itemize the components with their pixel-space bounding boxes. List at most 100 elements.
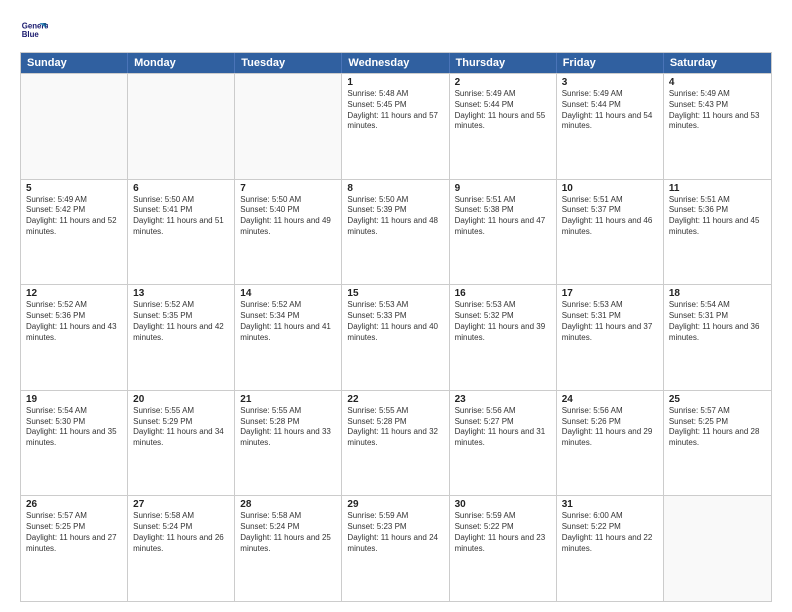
day-cell-1: 1Sunrise: 5:48 AM Sunset: 5:45 PM Daylig… <box>342 74 449 179</box>
day-number: 19 <box>26 394 122 405</box>
day-info: Sunrise: 5:54 AM Sunset: 5:30 PM Dayligh… <box>26 406 122 449</box>
day-number: 7 <box>240 183 336 194</box>
day-number: 30 <box>455 499 551 510</box>
calendar: SundayMondayTuesdayWednesdayThursdayFrid… <box>20 52 772 602</box>
day-cell-5: 5Sunrise: 5:49 AM Sunset: 5:42 PM Daylig… <box>21 180 128 285</box>
day-number: 17 <box>562 288 658 299</box>
day-number: 24 <box>562 394 658 405</box>
day-cell-7: 7Sunrise: 5:50 AM Sunset: 5:40 PM Daylig… <box>235 180 342 285</box>
calendar-row-4: 19Sunrise: 5:54 AM Sunset: 5:30 PM Dayli… <box>21 390 771 496</box>
day-info: Sunrise: 5:58 AM Sunset: 5:24 PM Dayligh… <box>133 511 229 554</box>
day-info: Sunrise: 5:52 AM Sunset: 5:36 PM Dayligh… <box>26 300 122 343</box>
calendar-row-1: 1Sunrise: 5:48 AM Sunset: 5:45 PM Daylig… <box>21 73 771 179</box>
day-cell-12: 12Sunrise: 5:52 AM Sunset: 5:36 PM Dayli… <box>21 285 128 390</box>
day-number: 18 <box>669 288 766 299</box>
day-number: 10 <box>562 183 658 194</box>
day-number: 2 <box>455 77 551 88</box>
day-number: 16 <box>455 288 551 299</box>
day-cell-3: 3Sunrise: 5:49 AM Sunset: 5:44 PM Daylig… <box>557 74 664 179</box>
day-info: Sunrise: 5:50 AM Sunset: 5:39 PM Dayligh… <box>347 195 443 238</box>
day-info: Sunrise: 5:49 AM Sunset: 5:42 PM Dayligh… <box>26 195 122 238</box>
day-number: 27 <box>133 499 229 510</box>
day-cell-10: 10Sunrise: 5:51 AM Sunset: 5:37 PM Dayli… <box>557 180 664 285</box>
day-number: 23 <box>455 394 551 405</box>
day-cell-22: 22Sunrise: 5:55 AM Sunset: 5:28 PM Dayli… <box>342 391 449 496</box>
day-number: 21 <box>240 394 336 405</box>
day-info: Sunrise: 5:56 AM Sunset: 5:26 PM Dayligh… <box>562 406 658 449</box>
day-info: Sunrise: 5:49 AM Sunset: 5:44 PM Dayligh… <box>562 89 658 132</box>
day-info: Sunrise: 5:58 AM Sunset: 5:24 PM Dayligh… <box>240 511 336 554</box>
day-info: Sunrise: 5:49 AM Sunset: 5:44 PM Dayligh… <box>455 89 551 132</box>
day-info: Sunrise: 5:49 AM Sunset: 5:43 PM Dayligh… <box>669 89 766 132</box>
day-number: 15 <box>347 288 443 299</box>
day-cell-17: 17Sunrise: 5:53 AM Sunset: 5:31 PM Dayli… <box>557 285 664 390</box>
day-cell-29: 29Sunrise: 5:59 AM Sunset: 5:23 PM Dayli… <box>342 496 449 601</box>
empty-cell-0-0 <box>21 74 128 179</box>
weekday-header-friday: Friday <box>557 53 664 73</box>
day-info: Sunrise: 5:53 AM Sunset: 5:31 PM Dayligh… <box>562 300 658 343</box>
day-cell-16: 16Sunrise: 5:53 AM Sunset: 5:32 PM Dayli… <box>450 285 557 390</box>
day-cell-19: 19Sunrise: 5:54 AM Sunset: 5:30 PM Dayli… <box>21 391 128 496</box>
weekday-header-wednesday: Wednesday <box>342 53 449 73</box>
day-number: 6 <box>133 183 229 194</box>
day-number: 26 <box>26 499 122 510</box>
day-cell-28: 28Sunrise: 5:58 AM Sunset: 5:24 PM Dayli… <box>235 496 342 601</box>
day-cell-13: 13Sunrise: 5:52 AM Sunset: 5:35 PM Dayli… <box>128 285 235 390</box>
day-number: 25 <box>669 394 766 405</box>
day-info: Sunrise: 5:50 AM Sunset: 5:40 PM Dayligh… <box>240 195 336 238</box>
day-info: Sunrise: 5:52 AM Sunset: 5:34 PM Dayligh… <box>240 300 336 343</box>
weekday-header-thursday: Thursday <box>450 53 557 73</box>
day-cell-9: 9Sunrise: 5:51 AM Sunset: 5:38 PM Daylig… <box>450 180 557 285</box>
day-number: 3 <box>562 77 658 88</box>
day-info: Sunrise: 5:57 AM Sunset: 5:25 PM Dayligh… <box>26 511 122 554</box>
logo-area: General Blue <box>20 16 52 44</box>
day-number: 31 <box>562 499 658 510</box>
day-cell-26: 26Sunrise: 5:57 AM Sunset: 5:25 PM Dayli… <box>21 496 128 601</box>
day-cell-18: 18Sunrise: 5:54 AM Sunset: 5:31 PM Dayli… <box>664 285 771 390</box>
day-cell-23: 23Sunrise: 5:56 AM Sunset: 5:27 PM Dayli… <box>450 391 557 496</box>
day-cell-27: 27Sunrise: 5:58 AM Sunset: 5:24 PM Dayli… <box>128 496 235 601</box>
day-cell-30: 30Sunrise: 5:59 AM Sunset: 5:22 PM Dayli… <box>450 496 557 601</box>
day-number: 13 <box>133 288 229 299</box>
day-info: Sunrise: 5:55 AM Sunset: 5:28 PM Dayligh… <box>240 406 336 449</box>
day-cell-14: 14Sunrise: 5:52 AM Sunset: 5:34 PM Dayli… <box>235 285 342 390</box>
day-info: Sunrise: 5:55 AM Sunset: 5:29 PM Dayligh… <box>133 406 229 449</box>
weekday-header-sunday: Sunday <box>21 53 128 73</box>
day-cell-2: 2Sunrise: 5:49 AM Sunset: 5:44 PM Daylig… <box>450 74 557 179</box>
day-cell-20: 20Sunrise: 5:55 AM Sunset: 5:29 PM Dayli… <box>128 391 235 496</box>
weekday-header-saturday: Saturday <box>664 53 771 73</box>
day-info: Sunrise: 5:59 AM Sunset: 5:22 PM Dayligh… <box>455 511 551 554</box>
day-number: 14 <box>240 288 336 299</box>
day-number: 9 <box>455 183 551 194</box>
day-number: 29 <box>347 499 443 510</box>
calendar-row-2: 5Sunrise: 5:49 AM Sunset: 5:42 PM Daylig… <box>21 179 771 285</box>
day-info: Sunrise: 5:51 AM Sunset: 5:37 PM Dayligh… <box>562 195 658 238</box>
day-number: 8 <box>347 183 443 194</box>
day-cell-8: 8Sunrise: 5:50 AM Sunset: 5:39 PM Daylig… <box>342 180 449 285</box>
day-info: Sunrise: 5:53 AM Sunset: 5:32 PM Dayligh… <box>455 300 551 343</box>
calendar-row-5: 26Sunrise: 5:57 AM Sunset: 5:25 PM Dayli… <box>21 495 771 601</box>
day-info: Sunrise: 5:51 AM Sunset: 5:38 PM Dayligh… <box>455 195 551 238</box>
day-number: 11 <box>669 183 766 194</box>
day-number: 12 <box>26 288 122 299</box>
empty-cell-0-1 <box>128 74 235 179</box>
day-info: Sunrise: 5:57 AM Sunset: 5:25 PM Dayligh… <box>669 406 766 449</box>
calendar-row-3: 12Sunrise: 5:52 AM Sunset: 5:36 PM Dayli… <box>21 284 771 390</box>
day-cell-4: 4Sunrise: 5:49 AM Sunset: 5:43 PM Daylig… <box>664 74 771 179</box>
day-cell-25: 25Sunrise: 5:57 AM Sunset: 5:25 PM Dayli… <box>664 391 771 496</box>
day-info: Sunrise: 5:53 AM Sunset: 5:33 PM Dayligh… <box>347 300 443 343</box>
day-info: Sunrise: 5:50 AM Sunset: 5:41 PM Dayligh… <box>133 195 229 238</box>
day-info: Sunrise: 5:51 AM Sunset: 5:36 PM Dayligh… <box>669 195 766 238</box>
day-info: Sunrise: 5:52 AM Sunset: 5:35 PM Dayligh… <box>133 300 229 343</box>
day-info: Sunrise: 5:48 AM Sunset: 5:45 PM Dayligh… <box>347 89 443 132</box>
weekday-header-tuesday: Tuesday <box>235 53 342 73</box>
day-cell-11: 11Sunrise: 5:51 AM Sunset: 5:36 PM Dayli… <box>664 180 771 285</box>
calendar-body: 1Sunrise: 5:48 AM Sunset: 5:45 PM Daylig… <box>21 73 771 601</box>
day-number: 5 <box>26 183 122 194</box>
logo-icon: General Blue <box>20 16 48 44</box>
page: General Blue SundayMondayTuesdayWednesda… <box>0 0 792 612</box>
day-number: 20 <box>133 394 229 405</box>
day-cell-15: 15Sunrise: 5:53 AM Sunset: 5:33 PM Dayli… <box>342 285 449 390</box>
day-cell-31: 31Sunrise: 6:00 AM Sunset: 5:22 PM Dayli… <box>557 496 664 601</box>
day-number: 1 <box>347 77 443 88</box>
